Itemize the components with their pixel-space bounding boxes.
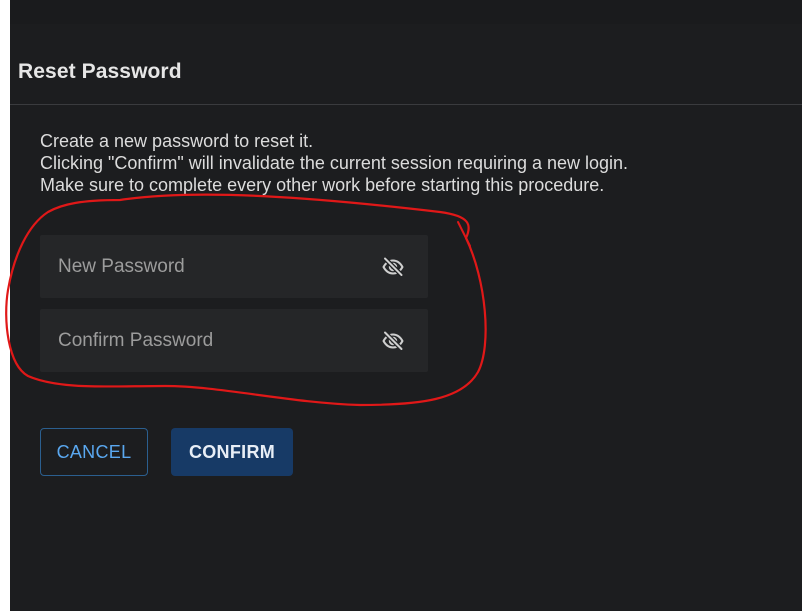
new-password-input[interactable]	[58, 255, 380, 278]
cancel-button[interactable]: CANCEL	[40, 428, 148, 476]
eye-off-icon[interactable]	[380, 254, 406, 280]
top-band	[10, 0, 802, 24]
eye-off-icon[interactable]	[380, 328, 406, 354]
confirm-button[interactable]: CONFIRM	[171, 428, 293, 476]
description-line-2: Clicking "Confirm" will invalidate the c…	[40, 153, 629, 173]
new-password-field	[40, 235, 428, 298]
title-divider	[10, 104, 802, 105]
description-line-1: Create a new password to reset it.	[40, 131, 314, 151]
confirm-password-input[interactable]	[58, 329, 380, 352]
dialog-title: Reset Password	[18, 60, 182, 83]
dialog-description: Create a new password to reset it. Click…	[40, 130, 790, 196]
description-line-3: Make sure to complete every other work b…	[40, 175, 605, 195]
reset-password-dialog: Reset Password Create a new password to …	[10, 0, 802, 611]
viewport: Reset Password Create a new password to …	[0, 0, 802, 611]
confirm-password-field	[40, 309, 428, 372]
